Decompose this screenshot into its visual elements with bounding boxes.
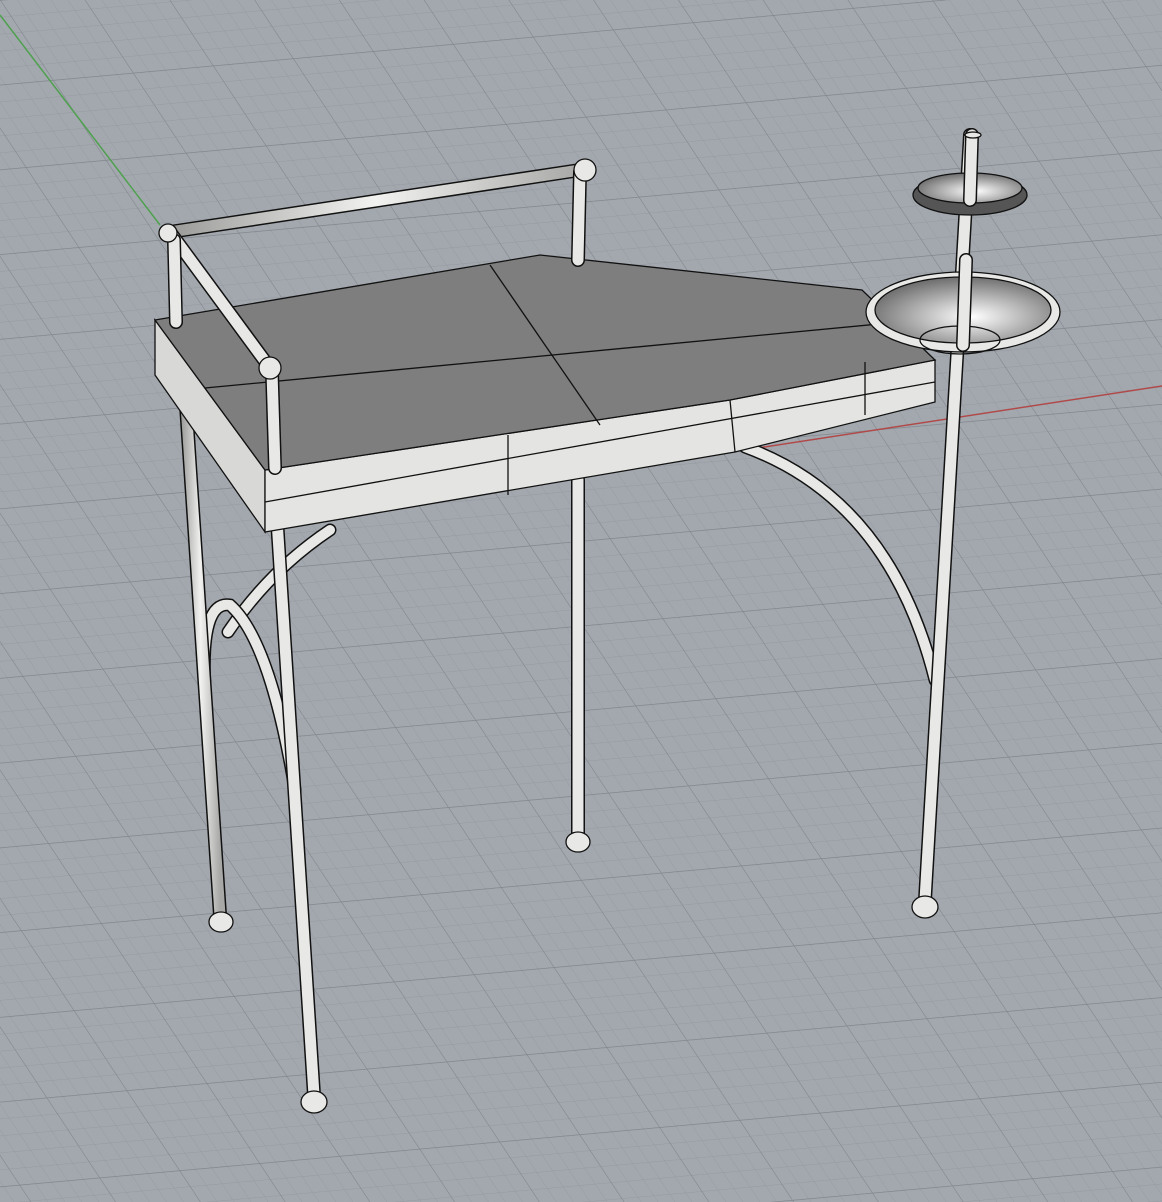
leg-foot-ball — [565, 831, 591, 853]
finial-ball — [573, 158, 597, 182]
leg-foot-ball — [300, 1090, 328, 1114]
finial-ball — [158, 223, 178, 243]
finial-ball — [258, 356, 282, 380]
pole-top-cap — [964, 131, 982, 139]
leg-foot-ball — [911, 895, 939, 919]
viewport-canvas[interactable] — [0, 0, 1162, 1202]
3d-viewport-perspective[interactable] — [0, 0, 1162, 1202]
leg-foot-ball — [208, 911, 234, 933]
